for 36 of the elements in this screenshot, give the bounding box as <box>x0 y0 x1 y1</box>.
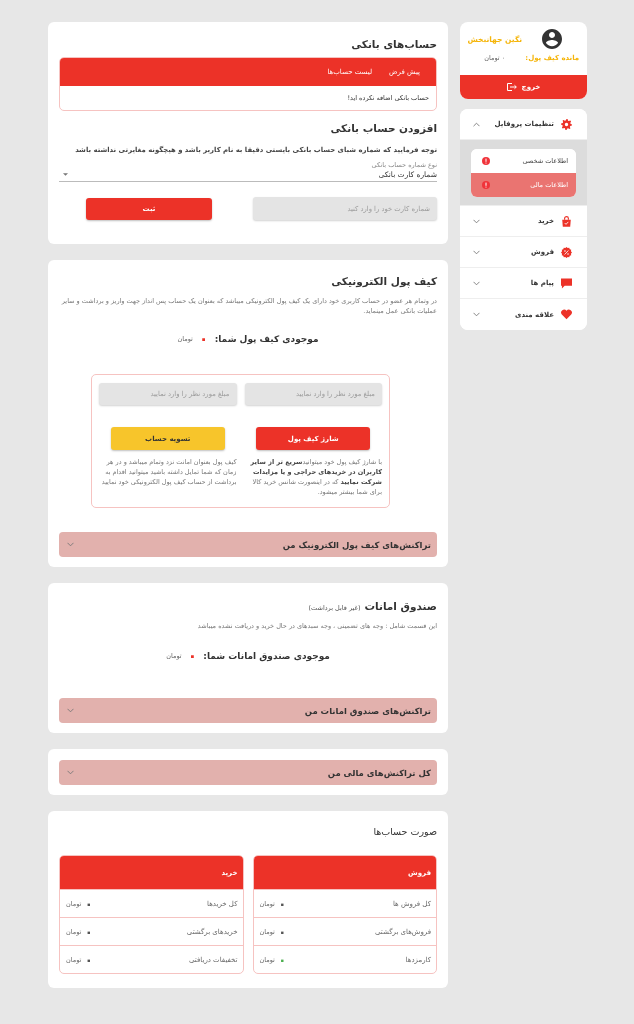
accordion-header[interactable]: تراکنش‌های کیف پول الکترونیک من <box>59 532 437 557</box>
balance-label: موجودی صندوق امانات شما: <box>203 650 330 663</box>
alert-icon <box>482 157 490 165</box>
caret-icon <box>63 173 68 176</box>
chevron-down-icon <box>473 312 480 317</box>
alert-icon <box>482 181 490 189</box>
section-title: صندوق امانات <box>364 599 437 614</box>
balance-amount: ۰ <box>187 649 198 663</box>
amount-value: ۰ <box>84 925 93 938</box>
section-title: افزودن حساب بانکی <box>330 121 437 136</box>
bag-icon <box>561 215 572 227</box>
balance-label: موجودی کیف پول شما: <box>214 333 319 346</box>
chevron-down-icon <box>473 280 480 286</box>
avatar-icon <box>542 29 563 49</box>
accordion-header[interactable]: کل تراکنش‌های مالی من <box>59 760 437 785</box>
chevron-down-icon <box>473 218 480 224</box>
amount-value: ۰ <box>84 897 93 910</box>
gear-icon <box>561 118 572 130</box>
amount-value: ۰ <box>277 897 287 910</box>
section-title: کیف پول الکترونیکی <box>331 274 437 289</box>
chevron-up-icon <box>473 121 480 127</box>
amount-value: ۰ <box>84 953 93 966</box>
chat-bubble-icon <box>561 277 572 289</box>
chevron-down-icon <box>67 542 74 547</box>
chevron-down-icon <box>473 249 480 255</box>
logout-icon <box>506 83 517 91</box>
percent-badge-icon <box>561 246 572 258</box>
balance-amount: ۰ <box>198 332 209 346</box>
chevron-down-icon <box>67 708 74 713</box>
heart-icon <box>561 309 572 320</box>
amount-value: ۰ <box>277 925 287 938</box>
amount-value: ۰ <box>277 953 287 966</box>
chevron-down-icon <box>67 770 74 775</box>
section-title: حساب‌های بانکی <box>351 37 437 52</box>
section-title: صورت حساب‌ها <box>373 825 437 839</box>
accordion-header[interactable]: تراکنش‌های صندوق امانات من <box>59 698 437 723</box>
